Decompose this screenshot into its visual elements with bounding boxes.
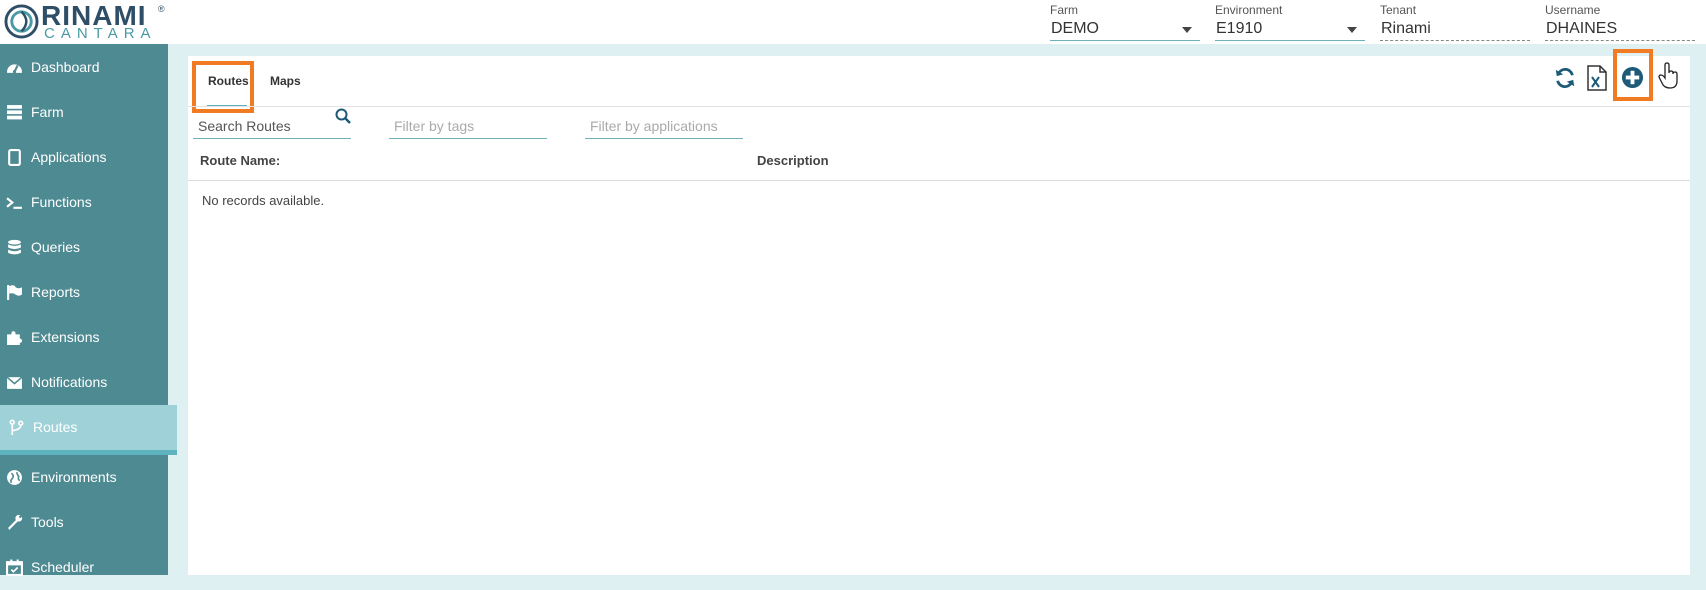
empty-table-message: No records available. bbox=[202, 193, 325, 208]
sidebar-item-tools[interactable]: Tools bbox=[0, 500, 168, 545]
environment-select[interactable]: Environment E1910 bbox=[1215, 3, 1365, 41]
tab-maps[interactable]: Maps bbox=[270, 74, 301, 88]
column-header-route-name[interactable]: Route Name: bbox=[200, 153, 280, 168]
farm-value: DEMO bbox=[1051, 20, 1099, 37]
tenant-label: Tenant bbox=[1380, 3, 1417, 17]
top-header: RINAMI ® CANTARA Farm DEMO Environment E… bbox=[0, 0, 1706, 44]
filter-tags-input[interactable]: Filter by tags bbox=[389, 108, 547, 139]
rinami-logo-icon bbox=[4, 4, 39, 39]
filter-applications-input[interactable]: Filter by applications bbox=[585, 108, 743, 139]
brand-registered-mark: ® bbox=[158, 4, 165, 14]
wrench-icon bbox=[8, 514, 23, 530]
chevron-down-icon[interactable] bbox=[1182, 27, 1192, 33]
code-branch-icon bbox=[9, 419, 24, 435]
sidebar-item-farm[interactable]: Farm bbox=[0, 90, 168, 135]
globe-icon bbox=[7, 470, 22, 485]
hand-pointer-icon bbox=[1658, 62, 1678, 89]
sidebar-item-label: Reports bbox=[31, 284, 81, 300]
search-icon[interactable] bbox=[335, 108, 351, 124]
sidebar-item-label: Queries bbox=[31, 239, 81, 255]
sidebar-item-reports[interactable]: Reports bbox=[0, 270, 168, 315]
sidebar-item-extensions[interactable]: Extensions bbox=[0, 315, 168, 360]
search-routes-text: Search Routes bbox=[198, 118, 291, 134]
sidebar-item-queries[interactable]: Queries bbox=[0, 225, 168, 270]
sidebar-item-functions[interactable]: Functions bbox=[0, 180, 168, 225]
sidebar-item-scheduler[interactable]: Scheduler bbox=[0, 545, 168, 590]
sidebar-item-label: Functions bbox=[31, 194, 92, 210]
tablet-icon bbox=[8, 149, 21, 166]
farm-select[interactable]: Farm DEMO bbox=[1050, 3, 1200, 41]
sidebar-item-label: Environments bbox=[31, 469, 117, 485]
sidebar-item-routes[interactable]: Routes bbox=[0, 405, 177, 455]
refresh-icon[interactable] bbox=[1554, 67, 1576, 89]
environment-value: E1910 bbox=[1216, 20, 1263, 37]
sidebar-item-dashboard[interactable]: Dashboard bbox=[0, 45, 168, 90]
username-field[interactable]: Username DHAINES bbox=[1545, 3, 1695, 41]
sidebar-item-label: Scheduler bbox=[31, 559, 95, 575]
sidebar-item-notifications[interactable]: Notifications bbox=[0, 360, 168, 405]
username-label: Username bbox=[1545, 3, 1601, 17]
sidebar-item-label: Tools bbox=[31, 514, 64, 530]
tenant-value: Rinami bbox=[1381, 20, 1431, 37]
flag-icon bbox=[7, 285, 22, 300]
rinami-logo[interactable]: RINAMI ® CANTARA bbox=[4, 0, 170, 42]
sidebar: Dashboard Farm Applications Functions Qu… bbox=[0, 44, 177, 576]
add-button-highlight bbox=[1613, 49, 1653, 101]
terminal-icon bbox=[6, 197, 22, 209]
excel-export-icon[interactable] bbox=[1586, 65, 1608, 91]
dashboard-icon bbox=[7, 64, 22, 74]
filter-applications-placeholder: Filter by applications bbox=[590, 118, 718, 134]
column-header-description[interactable]: Description bbox=[757, 153, 829, 168]
farm-label: Farm bbox=[1050, 3, 1078, 17]
sidebar-item-label: Extensions bbox=[31, 329, 100, 345]
sidebar-item-applications[interactable]: Applications bbox=[0, 135, 168, 180]
server-icon bbox=[7, 105, 22, 120]
puzzle-icon bbox=[7, 331, 22, 345]
username-value: DHAINES bbox=[1546, 20, 1618, 37]
database-icon bbox=[8, 239, 21, 255]
sidebar-item-label: Routes bbox=[33, 419, 78, 435]
sidebar-item-label: Dashboard bbox=[31, 59, 100, 75]
chevron-down-icon[interactable] bbox=[1347, 27, 1357, 33]
envelope-icon bbox=[6, 376, 23, 389]
filter-tags-placeholder: Filter by tags bbox=[394, 118, 475, 134]
calendar-icon bbox=[6, 559, 23, 576]
search-routes-input[interactable]: Search Routes bbox=[193, 108, 351, 139]
sidebar-item-label: Notifications bbox=[31, 374, 108, 390]
sidebar-item-environments[interactable]: Environments bbox=[0, 455, 168, 500]
brand-subtitle: CANTARA bbox=[44, 25, 157, 42]
tenant-field[interactable]: Tenant Rinami bbox=[1380, 3, 1530, 41]
sidebar-item-label: Applications bbox=[31, 149, 107, 165]
routes-panel: Routes Maps Search Routes Filter by tags… bbox=[188, 49, 1690, 575]
environment-label: Environment bbox=[1215, 3, 1283, 17]
sidebar-item-label: Farm bbox=[31, 104, 64, 120]
